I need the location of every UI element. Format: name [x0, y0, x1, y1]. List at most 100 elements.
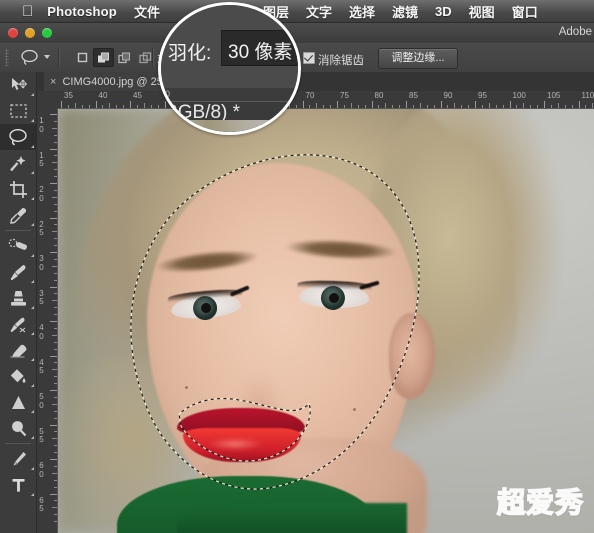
- ruler-label: 90: [444, 92, 453, 100]
- blur-tool[interactable]: [0, 415, 36, 441]
- mole-right: [353, 408, 356, 411]
- ruler-minor-tick: [530, 105, 531, 108]
- lip-highlight: [207, 438, 263, 450]
- lasso-icon[interactable]: [16, 47, 43, 68]
- ruler-minor-tick: [592, 103, 593, 108]
- zoom-callout-content: 羽化: 30 像素 50 RGB/8) *: [158, 2, 301, 135]
- ruler-minor-tick: [523, 103, 524, 108]
- ruler-corner[interactable]: [36, 91, 58, 109]
- ruler-minor-tick: [52, 438, 57, 439]
- type-tool[interactable]: [0, 472, 36, 498]
- gradient-tool[interactable]: [0, 389, 36, 415]
- options-bar-grip[interactable]: [5, 49, 9, 66]
- ruler-label: 60: [38, 462, 45, 479]
- magic-wand-tool[interactable]: [0, 150, 36, 176]
- move-tool[interactable]: [0, 72, 36, 98]
- photo-image: [57, 108, 594, 533]
- ruler-minor-tick: [54, 418, 57, 419]
- lips-region: [177, 408, 305, 466]
- ruler-major-tick: [50, 459, 57, 460]
- ruler-major-tick: [96, 101, 97, 108]
- ruler-minor-tick: [537, 105, 538, 108]
- zoom-ruler-label: 50: [160, 89, 170, 99]
- ruler-minor-tick: [54, 480, 57, 481]
- ruler-minor-tick: [54, 121, 57, 122]
- menu-select[interactable]: 选择: [349, 2, 375, 21]
- ruler-minor-tick: [54, 245, 57, 246]
- ruler-minor-tick: [52, 404, 57, 405]
- options-separator-1: [58, 48, 60, 67]
- ruler-minor-tick: [54, 211, 57, 212]
- ruler-label: 30: [38, 255, 45, 272]
- ruler-minor-tick: [330, 105, 331, 108]
- window-controls: [8, 28, 52, 38]
- zoom-ruler-strip: [158, 88, 301, 102]
- eyedropper-tool[interactable]: [0, 202, 36, 228]
- clone-stamp-tool[interactable]: [0, 285, 36, 311]
- ruler-minor-tick: [52, 300, 57, 301]
- history-brush-tool[interactable]: [0, 311, 36, 337]
- ruler-minor-tick: [461, 105, 462, 108]
- ruler-minor-tick: [323, 105, 324, 108]
- antialias-checkbox[interactable]: [303, 52, 315, 64]
- rectangular-marquee-tool[interactable]: [0, 98, 36, 124]
- add-to-selection-button[interactable]: [93, 48, 114, 67]
- vertical-ruler[interactable]: 101520253035404550556065: [36, 108, 58, 533]
- ruler-major-tick: [61, 101, 62, 108]
- ruler-minor-tick: [496, 105, 497, 108]
- ruler-major-tick: [50, 114, 57, 115]
- ruler-minor-tick: [54, 155, 57, 156]
- tool-preset-corner-icon: [31, 93, 34, 96]
- ruler-major-tick: [50, 287, 57, 288]
- crop-tool[interactable]: [0, 176, 36, 202]
- ruler-minor-tick: [54, 487, 57, 488]
- menu-window[interactable]: 窗口: [512, 2, 538, 21]
- ruler-minor-tick: [89, 105, 90, 108]
- close-window-button[interactable]: [8, 28, 18, 38]
- ruler-minor-tick: [54, 190, 57, 191]
- tool-preset-corner-icon: [31, 410, 34, 413]
- ruler-minor-tick: [54, 293, 57, 294]
- paint-bucket-tool[interactable]: [0, 363, 36, 389]
- pen-tool[interactable]: [0, 446, 36, 472]
- menu-view[interactable]: 视图: [469, 2, 495, 21]
- minimize-window-button[interactable]: [25, 28, 35, 38]
- menu-type[interactable]: 文字: [306, 2, 332, 21]
- ruler-minor-tick: [420, 103, 421, 108]
- ruler-label: 35: [38, 290, 45, 307]
- tool-preset-corner-icon: [31, 436, 34, 439]
- brush-tool[interactable]: [0, 259, 36, 285]
- lasso-tool[interactable]: [0, 124, 36, 150]
- ruler-minor-tick: [75, 103, 76, 108]
- menu-file[interactable]: 文件: [134, 2, 160, 21]
- maximize-window-button[interactable]: [42, 28, 52, 38]
- spot-healing-brush-tool[interactable]: [0, 233, 36, 259]
- zoom-feather-value: 30 像素: [228, 37, 292, 64]
- ruler-minor-tick: [52, 162, 57, 163]
- menu-filter[interactable]: 滤镜: [392, 2, 418, 21]
- close-icon[interactable]: ×: [50, 76, 56, 88]
- horizontal-ruler[interactable]: 35404550556065707580859095100105110: [57, 91, 594, 109]
- ruler-major-tick: [50, 218, 57, 219]
- tool-preset-corner-icon: [31, 280, 34, 283]
- ruler-major-tick: [50, 425, 57, 426]
- ruler-minor-tick: [565, 105, 566, 108]
- tools-panel: [0, 72, 37, 533]
- ruler-minor-tick: [144, 103, 145, 108]
- menu-3d[interactable]: 3D: [435, 4, 452, 19]
- apple-logo-icon[interactable]: : [22, 4, 33, 19]
- chevron-down-icon[interactable]: [44, 55, 50, 59]
- subtract-from-selection-button[interactable]: [114, 48, 135, 67]
- ruler-major-tick: [50, 390, 57, 391]
- ruler-minor-tick: [109, 103, 110, 108]
- zoom-callout-bubble: 羽化: 30 像素 50 RGB/8) *: [158, 2, 301, 135]
- menu-photoshop[interactable]: Photoshop: [47, 4, 117, 19]
- mole-left: [185, 386, 188, 389]
- new-selection-button[interactable]: [72, 48, 93, 67]
- ruler-minor-tick: [489, 103, 490, 108]
- tool-preset-corner-icon: [31, 119, 34, 122]
- document-canvas[interactable]: [57, 108, 594, 533]
- ruler-major-tick: [579, 101, 580, 108]
- refine-edge-button[interactable]: 调整边缘...: [378, 48, 458, 69]
- eraser-tool[interactable]: [0, 337, 36, 363]
